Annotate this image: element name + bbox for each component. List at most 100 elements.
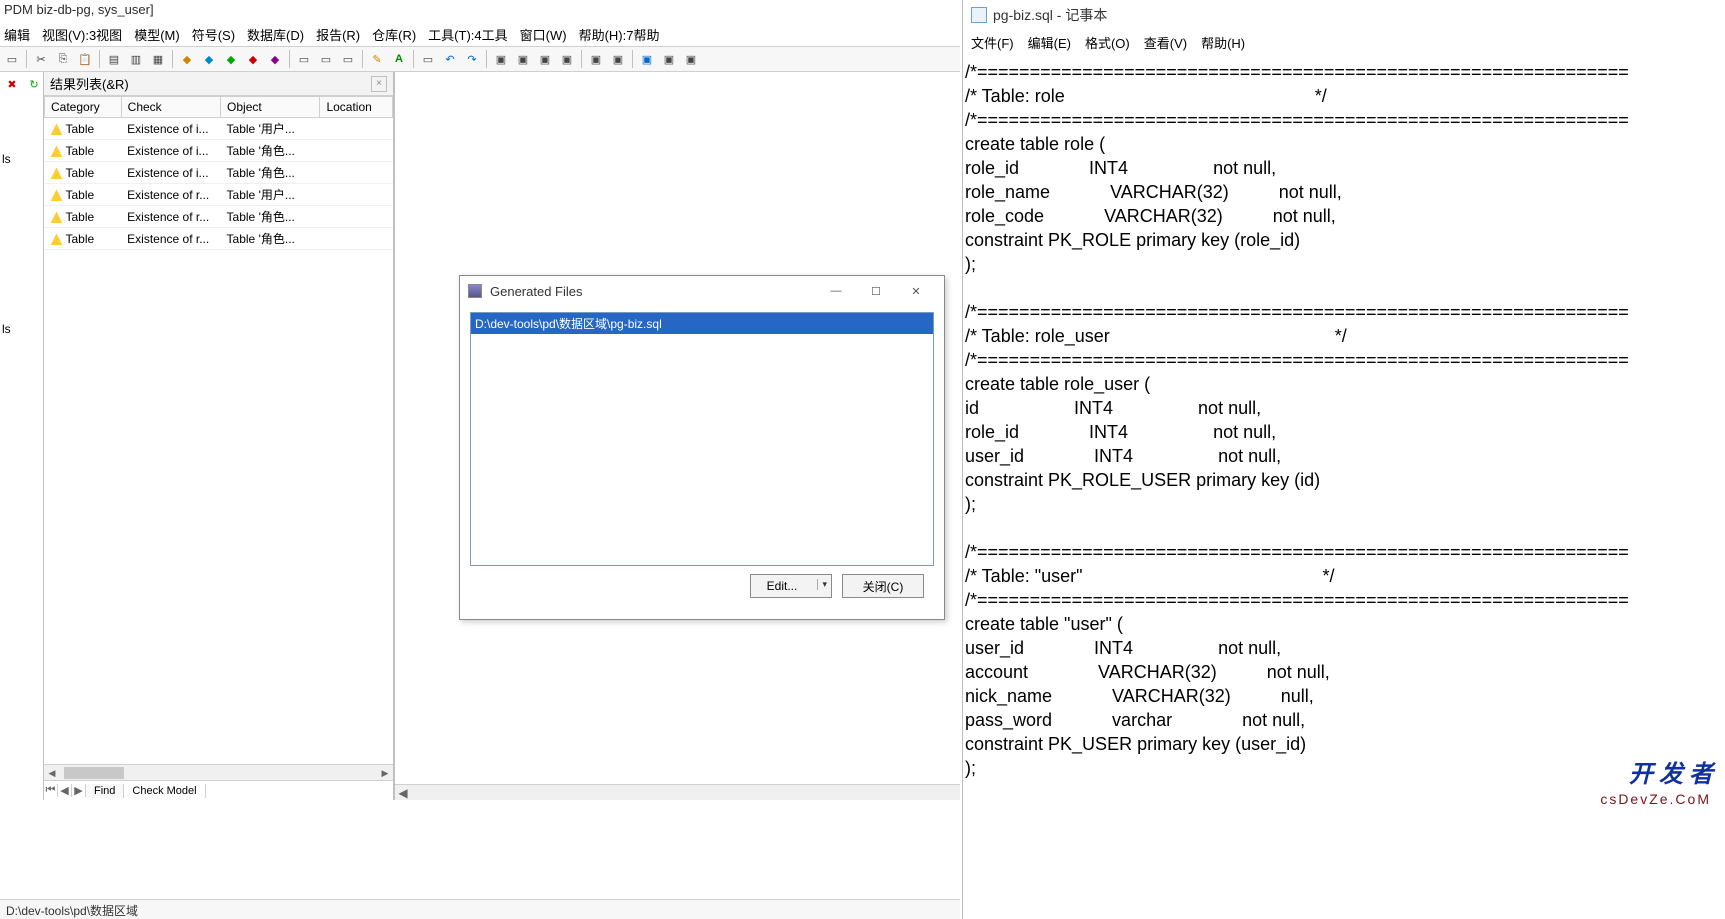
toolbar-separator	[99, 50, 100, 68]
menu-edit[interactable]: 编辑	[4, 25, 30, 44]
strip-label: ls	[2, 322, 11, 336]
menu-repository[interactable]: 仓库(R)	[372, 25, 416, 44]
maximize-icon[interactable]: ☐	[856, 277, 896, 305]
menu-model[interactable]: 模型(M)	[134, 25, 180, 44]
np-menu-help[interactable]: 帮助(H)	[1201, 33, 1245, 52]
toolbar-button[interactable]: ▭	[418, 49, 438, 69]
toolbar-button[interactable]: ◆	[177, 49, 197, 69]
toolbar-button[interactable]: ◆	[199, 49, 219, 69]
paste-icon[interactable]: 📋	[75, 49, 95, 69]
close-icon[interactable]: ✕	[896, 277, 936, 305]
table-row[interactable]: TableExistence of r...Table '角色...	[45, 206, 393, 228]
toolbar-separator	[289, 50, 290, 68]
menu-database[interactable]: 数据库(D)	[247, 25, 304, 44]
tab-check-model[interactable]: Check Model	[124, 784, 205, 798]
cell-location	[320, 184, 393, 206]
toolbar-button[interactable]: ▤	[104, 49, 124, 69]
toolbar-button[interactable]: ◆	[265, 49, 285, 69]
menu-view[interactable]: 视图(V):3视图	[42, 25, 122, 44]
toolbar-button[interactable]: ▣	[491, 49, 511, 69]
toolbar-separator	[172, 50, 173, 68]
refresh-icon[interactable]: ↻	[24, 74, 44, 94]
toolbar-button[interactable]: ▣	[659, 49, 679, 69]
scroll-right-icon[interactable]: ▶	[377, 765, 393, 781]
col-object[interactable]: Object	[221, 97, 320, 118]
toolbar-button[interactable]: ▣	[557, 49, 577, 69]
table-row[interactable]: TableExistence of r...Table '用户...	[45, 184, 393, 206]
cell-object: Table '角色...	[221, 140, 320, 162]
undo-icon[interactable]: ↶	[440, 49, 460, 69]
cell-object: Table '用户...	[221, 118, 320, 140]
notepad-menu[interactable]: 文件(F) 编辑(E) 格式(O) 查看(V) 帮助(H)	[963, 30, 1725, 54]
horizontal-scrollbar[interactable]: ◀ ▶	[44, 764, 393, 780]
toolbar-button[interactable]: ▭	[316, 49, 336, 69]
copy-icon[interactable]: ⎘	[53, 49, 73, 69]
toolbar-button[interactable]: ▣	[608, 49, 628, 69]
result-table[interactable]: Category Check Object Location TableExis…	[44, 96, 393, 764]
toolbar-button[interactable]: ▣	[586, 49, 606, 69]
cell-object: Table '用户...	[221, 184, 320, 206]
cell-location	[320, 162, 393, 184]
redo-icon[interactable]: ↷	[462, 49, 482, 69]
np-menu-view[interactable]: 查看(V)	[1144, 33, 1187, 52]
pencil-icon[interactable]: ✎	[367, 49, 387, 69]
toolbar-button[interactable]: ◆	[243, 49, 263, 69]
scroll-left-icon[interactable]: ◀	[395, 785, 411, 801]
tab-nav-prev[interactable]: ◀	[58, 784, 72, 797]
cell-category: Table	[45, 162, 122, 184]
col-category[interactable]: Category	[45, 97, 122, 118]
col-location[interactable]: Location	[320, 97, 393, 118]
list-item[interactable]: D:\dev-tools\pd\数据区域\pg-biz.sql	[471, 313, 933, 334]
toolbar-button[interactable]: ▥	[126, 49, 146, 69]
np-menu-file[interactable]: 文件(F)	[971, 33, 1014, 52]
dialog-titlebar[interactable]: Generated Files — ☐ ✕	[460, 276, 944, 306]
notepad-text-content[interactable]: /*======================================…	[963, 54, 1725, 786]
cell-category: Table	[45, 228, 122, 250]
warning-icon	[51, 145, 63, 157]
generated-files-list[interactable]: D:\dev-tools\pd\数据区域\pg-biz.sql	[470, 312, 934, 566]
menu-help[interactable]: 帮助(H):7帮助	[579, 25, 660, 44]
close-button[interactable]: 关闭(C)	[842, 574, 924, 598]
cell-check: Existence of r...	[121, 206, 220, 228]
toolbar-button[interactable]: ▣	[681, 49, 701, 69]
toolbar-button[interactable]: ▣	[637, 49, 657, 69]
menu-report[interactable]: 报告(R)	[316, 25, 360, 44]
notepad-icon	[971, 7, 987, 23]
tab-nav-first[interactable]: ⏮	[44, 784, 58, 797]
np-menu-format[interactable]: 格式(O)	[1085, 33, 1130, 52]
delete-icon[interactable]: ✖	[2, 74, 22, 94]
table-row[interactable]: TableExistence of i...Table '角色...	[45, 162, 393, 184]
toolbar-button[interactable]: ▭	[2, 49, 22, 69]
cell-category: Table	[45, 118, 122, 140]
np-menu-edit[interactable]: 编辑(E)	[1028, 33, 1071, 52]
menu-window[interactable]: 窗口(W)	[520, 25, 567, 44]
toolbar-button[interactable]: ▦	[148, 49, 168, 69]
table-row[interactable]: TableExistence of i...Table '用户...	[45, 118, 393, 140]
cut-icon[interactable]: ✂	[31, 49, 51, 69]
scroll-left-icon[interactable]: ◀	[44, 765, 60, 781]
menu-symbol[interactable]: 符号(S)	[192, 25, 235, 44]
toolbar-separator	[413, 50, 414, 68]
menu-bar[interactable]: 编辑 视图(V):3视图 模型(M) 符号(S) 数据库(D) 报告(R) 仓库…	[0, 22, 960, 46]
table-row[interactable]: TableExistence of r...Table '角色...	[45, 228, 393, 250]
tab-find[interactable]: Find	[86, 784, 124, 798]
result-list-title: 结果列表(&R)	[50, 74, 129, 93]
tab-nav-next[interactable]: ▶	[72, 784, 86, 797]
toolbar-button[interactable]: ▣	[513, 49, 533, 69]
warning-icon	[51, 123, 63, 135]
text-icon[interactable]: A	[389, 49, 409, 69]
menu-tools[interactable]: 工具(T):4工具	[428, 25, 507, 44]
toolbar-separator	[26, 50, 27, 68]
edit-button[interactable]: Edit...	[750, 574, 832, 598]
toolbar-button[interactable]: ▣	[535, 49, 555, 69]
canvas-scrollbar[interactable]: ◀	[395, 784, 960, 800]
toolbar-button[interactable]: ▭	[294, 49, 314, 69]
toolbar-button[interactable]: ◆	[221, 49, 241, 69]
toolbar-button[interactable]: ▭	[338, 49, 358, 69]
table-row[interactable]: TableExistence of i...Table '角色...	[45, 140, 393, 162]
col-check[interactable]: Check	[121, 97, 220, 118]
notepad-titlebar[interactable]: pg-biz.sql - 记事本	[963, 0, 1725, 30]
close-icon[interactable]: ×	[371, 76, 387, 92]
scrollbar-thumb[interactable]	[64, 767, 124, 779]
minimize-icon[interactable]: —	[816, 277, 856, 305]
